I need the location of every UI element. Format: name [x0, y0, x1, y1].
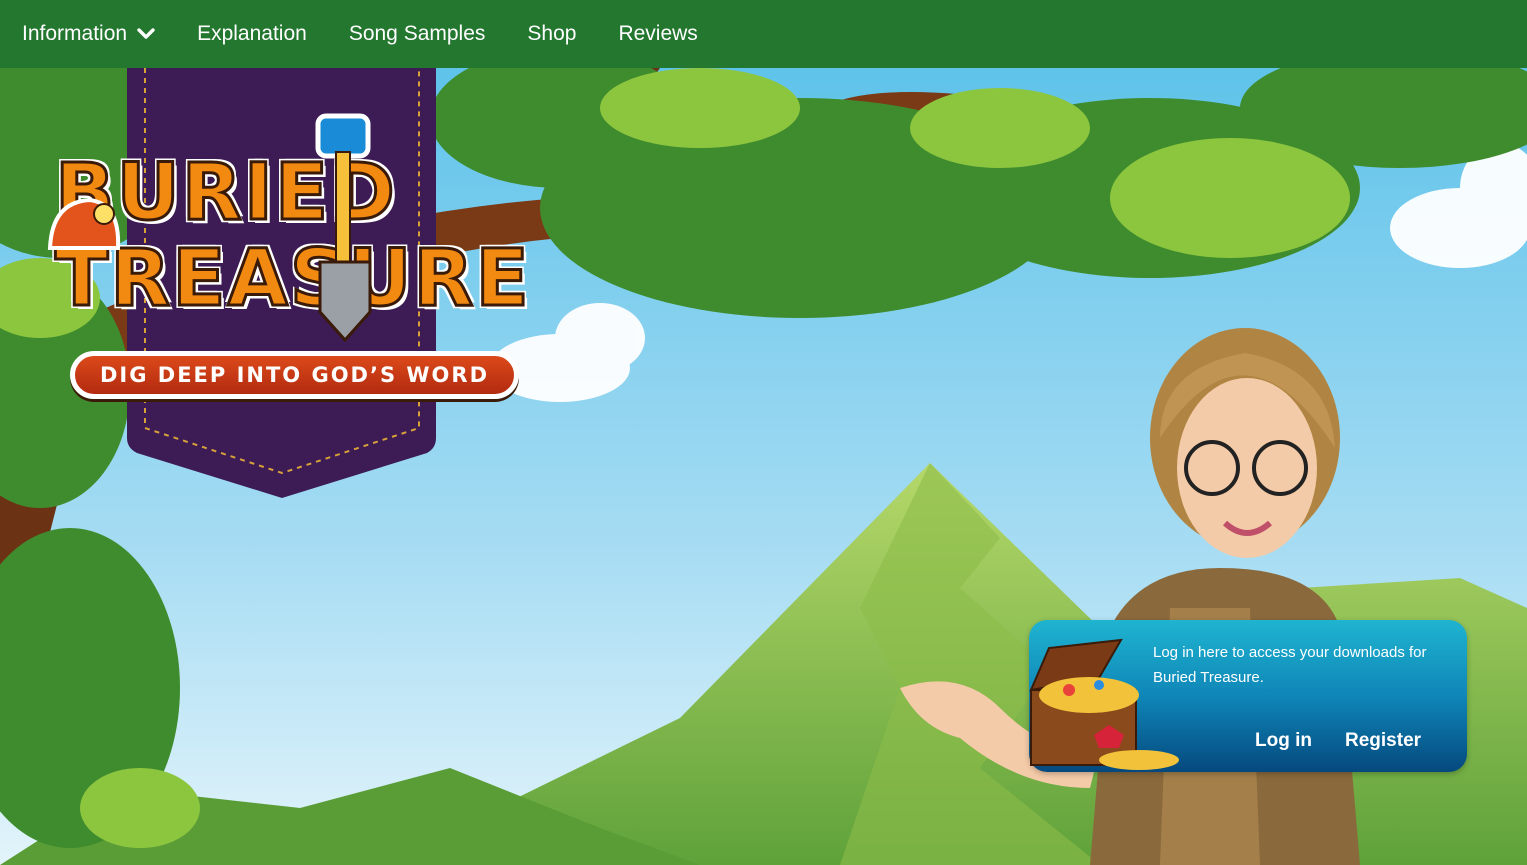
- logo-title-line1: BURIED: [54, 148, 397, 238]
- register-link[interactable]: Register: [1345, 730, 1421, 752]
- nav-item-shop[interactable]: Shop: [527, 22, 576, 46]
- nav-item-label: Explanation: [197, 22, 307, 45]
- nav-item-explanation[interactable]: Explanation: [197, 22, 307, 46]
- nav-item-label: Shop: [527, 22, 577, 45]
- mining-helmet-icon: [47, 197, 121, 250]
- shovel-icon: [315, 113, 372, 342]
- login-link[interactable]: Log in: [1255, 730, 1312, 752]
- login-message: Log in here to access your downloads for…: [1153, 644, 1427, 686]
- logo-title-line2: TREASURE: [54, 234, 531, 324]
- main-navbar: Information Explanation Song Samples Sho…: [0, 0, 1527, 68]
- login-card: Log in here to access your downloads for…: [1029, 620, 1467, 772]
- chevron-down-icon: [137, 28, 155, 39]
- nav-item-information[interactable]: Information: [22, 22, 155, 46]
- nav-item-label: Reviews: [618, 22, 698, 45]
- logo-title: BURIED TREASURE: [54, 148, 531, 324]
- logo-tagline: DIG DEEP INTO GOD’S WORD: [70, 351, 519, 399]
- nav-item-song-samples[interactable]: Song Samples: [349, 22, 486, 46]
- nav-item-reviews[interactable]: Reviews: [618, 22, 697, 46]
- nav-item-label: Song Samples: [348, 22, 486, 45]
- nav-item-label: Information: [22, 22, 128, 45]
